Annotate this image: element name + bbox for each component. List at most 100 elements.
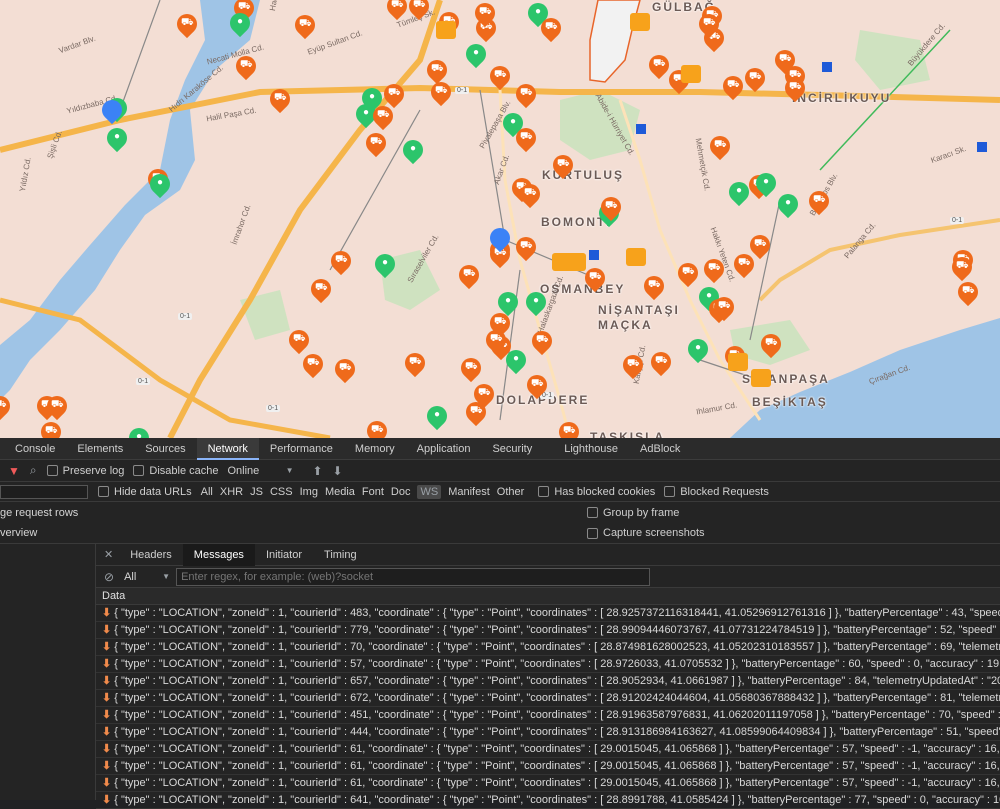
tab-security[interactable]: Security (481, 438, 543, 460)
throttle-select[interactable]: Online ▼ (227, 465, 293, 477)
message-row[interactable]: ⬇{ "type" : "LOCATION", "zoneId" : 1, "c… (96, 622, 1000, 639)
courier-scooter-marker[interactable]: ⛟ (953, 277, 983, 308)
courier-idle-marker[interactable]: ● (102, 123, 132, 154)
filter-type-all[interactable]: All (201, 486, 213, 498)
courier-scooter-marker[interactable]: ⛟ (231, 51, 261, 82)
tab-application[interactable]: Application (406, 438, 482, 460)
courier-scooter-marker[interactable]: ⛟ (756, 329, 786, 360)
courier-scooter-marker[interactable]: ⛟ (368, 101, 398, 132)
courier-idle-marker[interactable]: ● (124, 423, 154, 438)
tab-lighthouse[interactable]: Lighthouse (553, 438, 629, 460)
courier-scooter-marker[interactable]: ⛟ (330, 354, 360, 385)
courier-idle-marker[interactable]: ● (683, 334, 713, 365)
courier-scooter-marker[interactable]: ⛟ (326, 246, 356, 277)
tab-memory[interactable]: Memory (344, 438, 406, 460)
hide-data-urls-checkbox[interactable]: Hide data URLs (98, 486, 192, 498)
data-column-header[interactable]: Data (96, 588, 1000, 605)
courier-scooter-marker[interactable]: ⛟ (639, 271, 669, 302)
courier-scooter-marker[interactable]: ⛟ (362, 416, 392, 438)
courier-scooter-marker[interactable]: ⛟ (0, 391, 15, 422)
courier-scooter-marker[interactable]: ⛟ (485, 61, 515, 92)
message-row[interactable]: ⬇{ "type" : "LOCATION", "zoneId" : 1, "c… (96, 792, 1000, 809)
courier-scooter-marker[interactable]: ⛟ (426, 77, 456, 108)
courier-scooter-marker[interactable]: ⛟ (461, 397, 491, 428)
courier-scooter-marker[interactable]: ⛟ (673, 258, 703, 289)
courier-scooter-marker[interactable]: ⛟ (694, 9, 724, 40)
courier-scooter-marker[interactable]: ⛟ (709, 292, 739, 323)
courier-scooter-marker[interactable]: ⛟ (644, 50, 674, 81)
courier-scooter-marker[interactable]: ⛟ (522, 370, 552, 401)
courier-idle-marker[interactable]: ● (521, 287, 551, 318)
close-icon[interactable]: ✕ (104, 548, 113, 561)
message-row[interactable]: ⬇{ "type" : "LOCATION", "zoneId" : 1, "c… (96, 639, 1000, 656)
courier-scooter-marker[interactable]: ⛟ (481, 325, 511, 356)
checkbox-box[interactable] (98, 486, 109, 497)
courier-scooter-marker[interactable]: ⛟ (511, 79, 541, 110)
search-icon[interactable]: ⌕ (30, 463, 37, 478)
courier-scooter-marker[interactable]: ⛟ (284, 325, 314, 356)
store-marker[interactable] (681, 65, 701, 91)
courier-scooter-marker[interactable]: ⛟ (718, 71, 748, 102)
store-marker[interactable] (626, 248, 646, 274)
tab-network[interactable]: Network (196, 437, 259, 460)
filter-type-other[interactable]: Other (497, 486, 525, 498)
filter-type-js[interactable]: JS (250, 486, 263, 498)
courier-scooter-marker[interactable]: ⛟ (172, 9, 202, 40)
courier-idle-marker[interactable]: ● (398, 135, 428, 166)
courier-scooter-marker[interactable]: ⛟ (456, 353, 486, 384)
courier-scooter-marker[interactable]: ⛟ (740, 63, 770, 94)
courier-scooter-marker[interactable]: ⛟ (404, 0, 434, 22)
checkbox-box[interactable] (133, 465, 145, 476)
checkbox-box[interactable] (587, 507, 598, 518)
filter-icon[interactable]: ▼ (8, 464, 20, 478)
courier-idle-marker[interactable]: ● (493, 287, 523, 318)
tab-messages[interactable]: Messages (182, 543, 255, 566)
filter-type-xhr[interactable]: XHR (220, 486, 243, 498)
courier-scooter-marker[interactable]: ⛟ (306, 274, 336, 305)
tab-sources[interactable]: Sources (134, 438, 196, 460)
courier-scooter-marker[interactable]: ⛟ (400, 348, 430, 379)
courier-scooter-marker[interactable]: ⛟ (618, 350, 648, 381)
message-type-select[interactable]: All ▼ (124, 571, 176, 583)
courier-scooter-marker[interactable]: ⛟ (596, 192, 626, 223)
download-icon[interactable]: ⬇ (333, 464, 343, 478)
courier-scooter-marker[interactable]: ⛟ (470, 0, 500, 29)
courier-idle-marker[interactable]: ● (501, 345, 531, 376)
courier-scooter-marker[interactable]: ⛟ (780, 73, 810, 104)
filter-input[interactable] (0, 484, 88, 499)
tab-performance[interactable]: Performance (259, 438, 344, 460)
courier-scooter-marker[interactable]: ⛟ (536, 13, 566, 44)
filter-type-manifest[interactable]: Manifest (448, 486, 490, 498)
capture-screenshots-checkbox[interactable]: Capture screenshots (587, 527, 705, 539)
message-row[interactable]: ⬇{ "type" : "LOCATION", "zoneId" : 1, "c… (96, 758, 1000, 775)
message-row[interactable]: ⬇{ "type" : "LOCATION", "zoneId" : 1, "c… (96, 741, 1000, 758)
delivery-truck-marker[interactable] (97, 95, 127, 126)
regex-filter-input[interactable] (176, 567, 651, 586)
courier-scooter-marker[interactable]: ⛟ (548, 150, 578, 181)
blocked-requests-checkbox[interactable]: Blocked Requests (664, 486, 769, 498)
courier-scooter-marker[interactable]: ⛟ (382, 0, 412, 22)
courier-scooter-marker[interactable]: ⛟ (705, 131, 735, 162)
courier-scooter-marker[interactable]: ⛟ (511, 232, 541, 263)
block-icon[interactable]: ⊘ (104, 570, 114, 584)
store-marker[interactable] (751, 369, 771, 395)
tab-elements[interactable]: Elements (66, 438, 134, 460)
courier-scooter-marker[interactable]: ⛟ (745, 230, 775, 261)
tab-console[interactable]: Console (4, 438, 66, 460)
filter-type-media[interactable]: Media (325, 486, 355, 498)
store-marker[interactable] (566, 253, 586, 279)
courier-scooter-marker[interactable]: ⛟ (554, 417, 584, 438)
checkbox-box[interactable] (587, 527, 598, 539)
tab-adblock[interactable]: AdBlock (629, 438, 691, 460)
message-row[interactable]: ⬇{ "type" : "LOCATION", "zoneId" : 1, "c… (96, 673, 1000, 690)
delivery-truck-marker[interactable] (485, 223, 515, 254)
courier-scooter-marker[interactable]: ⛟ (42, 391, 72, 422)
upload-icon[interactable]: ⬆ (312, 464, 322, 478)
courier-scooter-marker[interactable]: ⛟ (580, 263, 610, 294)
courier-scooter-marker[interactable]: ⛟ (290, 10, 320, 41)
filter-type-doc[interactable]: Doc (391, 486, 411, 498)
courier-scooter-marker[interactable]: ⛟ (298, 349, 328, 380)
message-row[interactable]: ⬇{ "type" : "LOCATION", "zoneId" : 1, "c… (96, 775, 1000, 792)
tab-initiator[interactable]: Initiator (255, 544, 313, 566)
courier-scooter-marker[interactable]: ⛟ (515, 179, 545, 210)
